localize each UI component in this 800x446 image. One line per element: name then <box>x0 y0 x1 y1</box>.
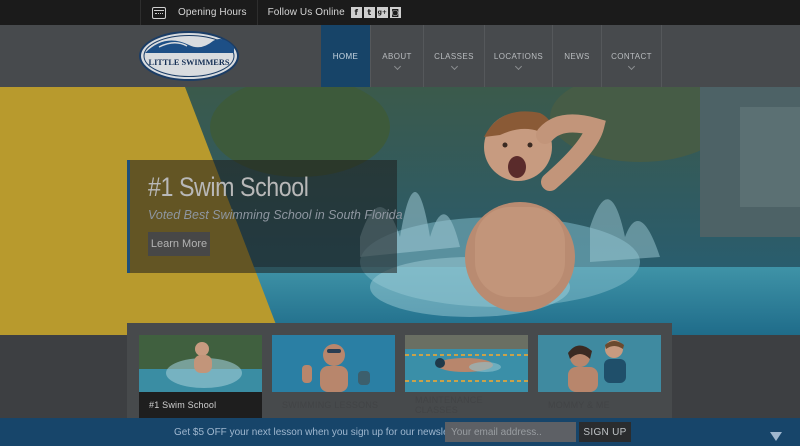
divider <box>140 0 141 25</box>
card-label: SWIMMING LESSONS <box>282 400 379 410</box>
hero-slider: #1 Swim School Voted Best Swimming Schoo… <box>0 87 800 335</box>
newsletter-message: Get $5 OFF your next lesson when you sig… <box>174 427 466 438</box>
calendar-icon <box>152 6 166 19</box>
card-image <box>272 335 395 392</box>
chevron-down-icon <box>393 62 401 71</box>
chevron-down-icon <box>450 62 458 71</box>
hero-title: #1 Swim School <box>148 172 309 202</box>
card-label: MOMMY & ME <box>548 400 610 410</box>
card-swimming-lessons[interactable]: SWIMMING LESSONS <box>272 335 395 418</box>
nav-label: ABOUT <box>382 52 412 61</box>
feature-cards: #1 Swim School SWIMMING LESSONS MAINTENA… <box>127 323 672 418</box>
newsletter-bar: Get $5 OFF your next lesson when you sig… <box>0 418 800 446</box>
nav-label: CLASSES <box>434 52 474 61</box>
google-plus-icon[interactable]: g+ <box>376 7 388 18</box>
nav-classes[interactable]: CLASSES <box>423 25 484 87</box>
follow-us-label: Follow Us Online <box>267 7 345 18</box>
logo-text: LITTLE SWIMMERS <box>149 58 230 67</box>
chevron-down-icon <box>627 62 636 71</box>
divider <box>256 0 258 25</box>
card-maintenance-classes[interactable]: MAINTENANCE CLASSES <box>405 335 528 418</box>
instagram-icon[interactable]: ◙ <box>389 7 401 18</box>
nav-contact[interactable]: CONTACT <box>601 25 662 87</box>
email-input[interactable] <box>445 422 576 442</box>
card-swim-school[interactable]: #1 Swim School <box>139 335 262 418</box>
card-image <box>139 335 262 392</box>
card-label: #1 Swim School <box>139 392 262 418</box>
nav-about[interactable]: ABOUT <box>370 25 423 87</box>
sign-up-button[interactable]: SIGN UP <box>579 422 631 442</box>
nav-home[interactable]: HOME <box>321 25 370 87</box>
nav-label: CONTACT <box>611 52 652 61</box>
card-label: MAINTENANCE CLASSES <box>415 395 483 415</box>
nav-label: LOCATIONS <box>493 52 544 61</box>
scroll-down-icon[interactable] <box>770 432 782 441</box>
nav-locations[interactable]: LOCATIONS <box>484 25 552 87</box>
card-image <box>538 335 661 392</box>
facebook-icon[interactable]: f <box>350 7 362 18</box>
nav-label: NEWS <box>564 52 590 61</box>
social-links: f t g+ ◙ <box>350 7 401 18</box>
card-image <box>405 335 528 392</box>
hero-caption-box: #1 Swim School Voted Best Swimming Schoo… <box>127 160 403 273</box>
card-mommy-and-me[interactable]: MOMMY & ME <box>538 335 661 418</box>
nav-label: HOME <box>332 52 359 61</box>
hero-subtitle: Voted Best Swimming School in South Flor… <box>148 208 403 222</box>
twitter-icon[interactable]: t <box>363 7 375 18</box>
top-utility-bar: Opening Hours Follow Us Online f t g+ ◙ <box>0 0 800 25</box>
nav-news[interactable]: NEWS <box>552 25 601 87</box>
chevron-down-icon <box>514 62 523 71</box>
little-swimmers-logo[interactable]: LITTLE SWIMMERS <box>139 31 239 81</box>
learn-more-button[interactable]: Learn More <box>148 232 210 256</box>
opening-hours-link[interactable]: Opening Hours <box>178 7 247 18</box>
main-nav: HOME ABOUT CLASSES LOCATIONS NEWS CONTAC… <box>321 25 662 87</box>
